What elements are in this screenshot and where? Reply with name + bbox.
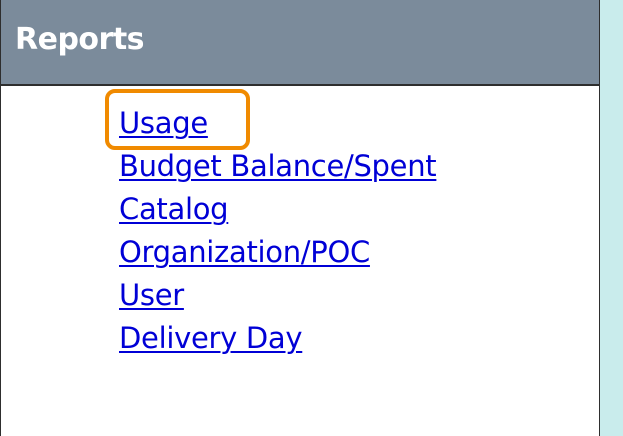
list-item: Usage [119,102,436,145]
panel-title: Reports [15,22,145,57]
catalog-link[interactable]: Catalog [119,192,229,226]
reports-link-list: Usage Budget Balance/Spent Catalog Organ… [119,102,437,360]
list-item: Catalog [119,188,436,231]
list-item: User [119,274,436,317]
list-item: Delivery Day [119,317,436,360]
list-item: Organization/POC [119,231,436,274]
budget-balance-spent-link[interactable]: Budget Balance/Spent [119,149,437,183]
panel-header: Reports [1,0,599,86]
delivery-day-link[interactable]: Delivery Day [119,321,303,355]
reports-panel: Reports Usage Budget Balance/Spent Catal… [0,0,600,436]
user-link[interactable]: User [119,278,184,312]
usage-link[interactable]: Usage [119,106,208,140]
list-item: Budget Balance/Spent [119,145,437,188]
organization-poc-link[interactable]: Organization/POC [119,235,370,269]
